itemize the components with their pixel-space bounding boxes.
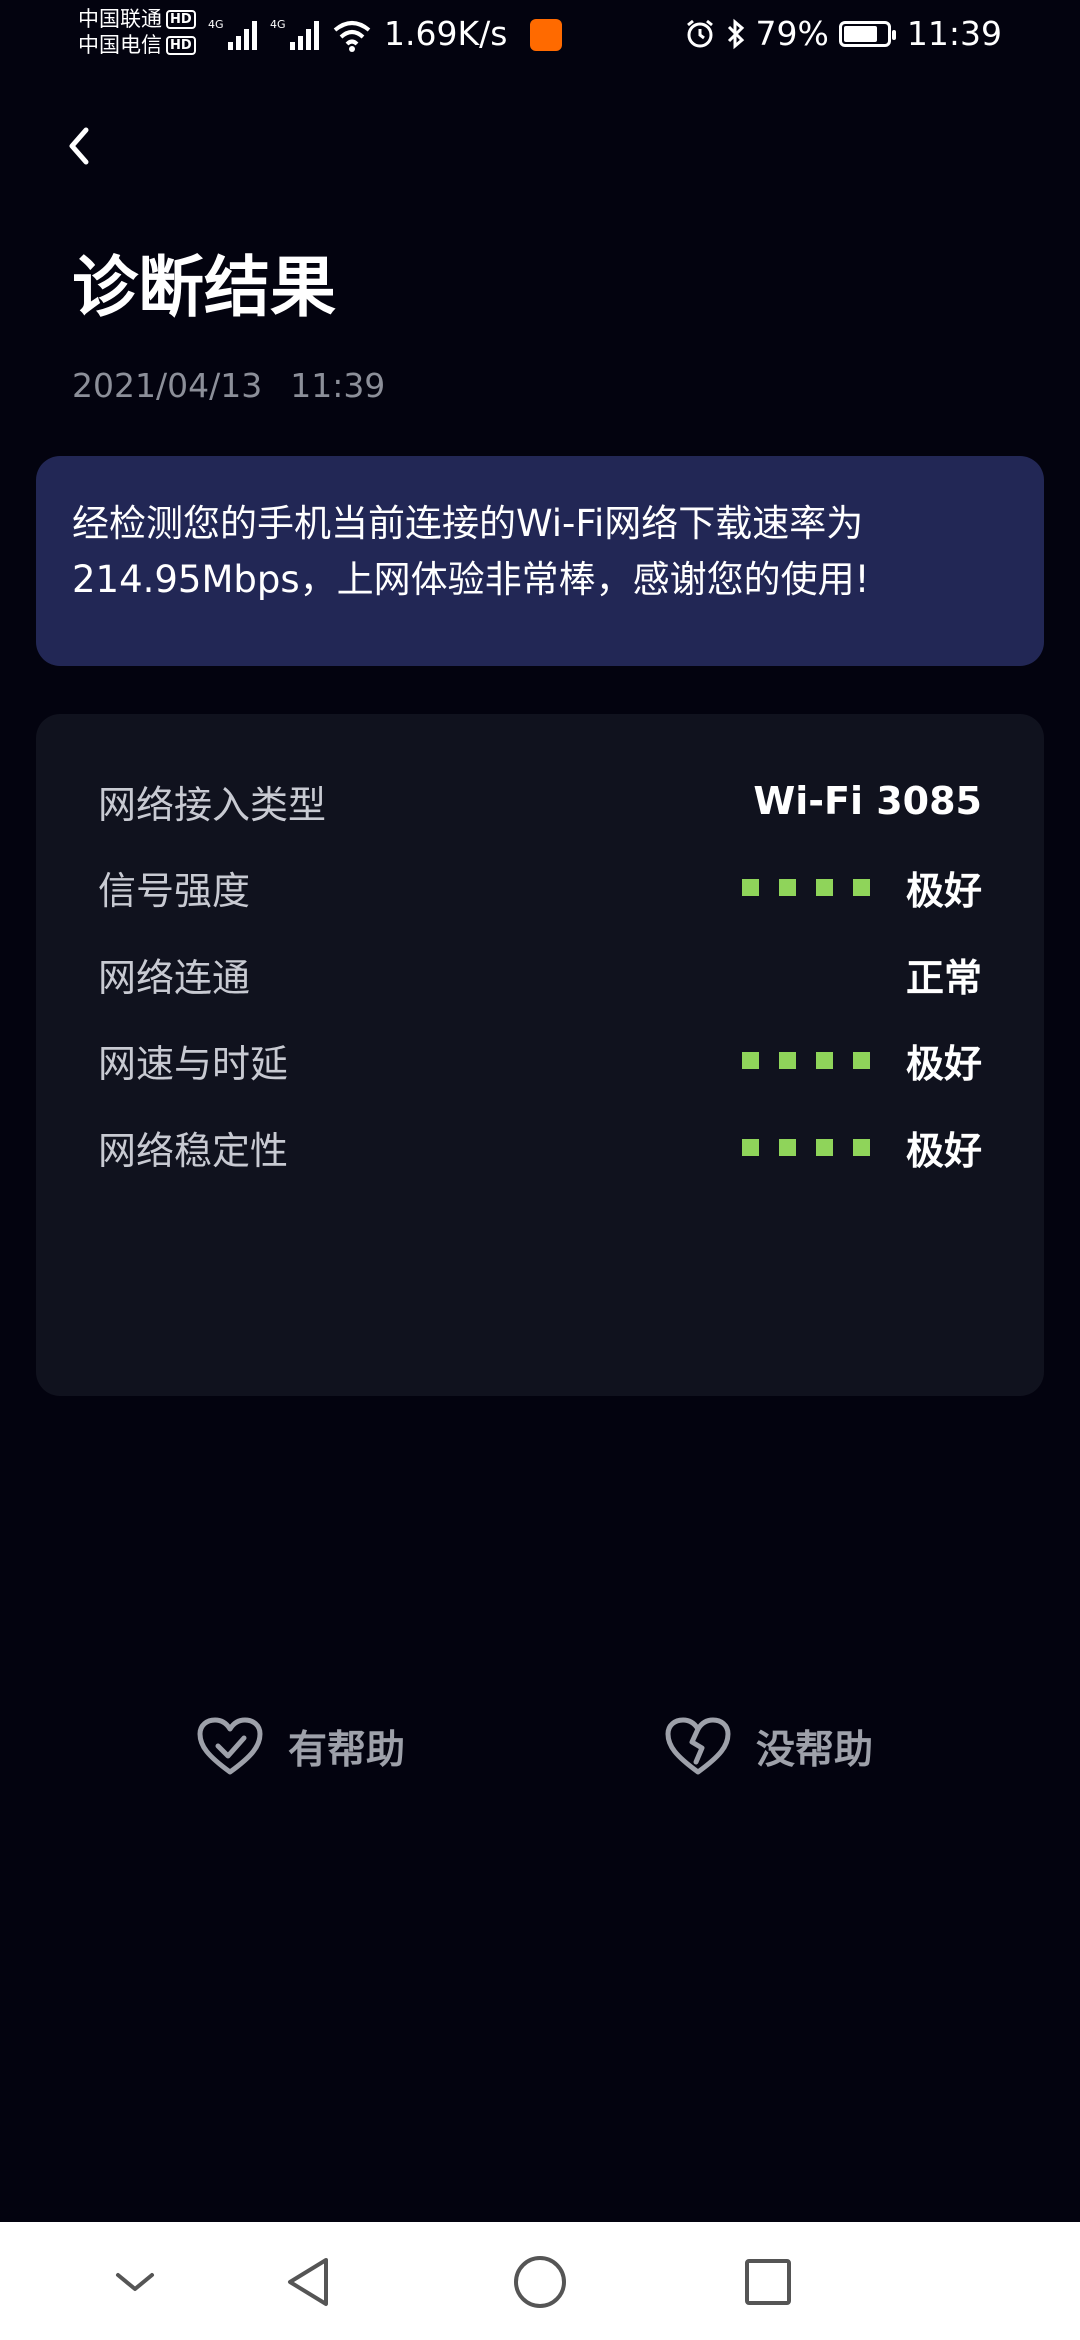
signal-level-indicator bbox=[741, 1052, 870, 1069]
detail-row: 信号强度 极好 bbox=[98, 858, 982, 918]
battery-icon bbox=[838, 21, 896, 47]
detail-row-label: 网络连通 bbox=[98, 955, 251, 1000]
status-right: 79% 11:39 bbox=[684, 14, 1002, 54]
signal-level-indicator bbox=[741, 879, 870, 896]
details-card: 网络接入类型 Wi-Fi 3085 信号强度 极好 网络连通 正常 网速与时延 极好 网络稳定性… bbox=[36, 714, 1044, 1396]
signal-level-dot bbox=[741, 1052, 759, 1069]
detail-row-value: 极好 bbox=[905, 869, 982, 913]
chevron-left-icon bbox=[69, 127, 89, 165]
back-button[interactable] bbox=[52, 116, 104, 176]
detail-row-value: 正常 bbox=[905, 955, 982, 1000]
app-notification-icon bbox=[530, 19, 562, 51]
cellular-signal-icon: 4G bbox=[208, 18, 257, 50]
detail-row: 网络连通 正常 bbox=[98, 944, 982, 1004]
summary-text: 经检测您的手机当前连接的Wi-Fi网络下载速率为214.95Mbps，上网体验非… bbox=[72, 502, 870, 601]
signal-level-dot bbox=[778, 1052, 796, 1069]
battery-percent: 79% bbox=[755, 14, 829, 53]
detail-row-label: 网速与时延 bbox=[98, 1042, 289, 1086]
helpful-label: 有帮助 bbox=[288, 1728, 406, 1773]
detail-row-value: 极好 bbox=[905, 1128, 982, 1173]
not-helpful-label: 没帮助 bbox=[756, 1728, 874, 1773]
detail-row-right: 极好 bbox=[741, 860, 982, 915]
not-helpful-button[interactable]: 没帮助 bbox=[664, 1716, 873, 1778]
net-type-label: 4G bbox=[208, 18, 224, 31]
nav-hide-button[interactable] bbox=[99, 2246, 171, 2318]
signal-level-dot bbox=[778, 879, 796, 896]
detail-row: 网速与时延 极好 bbox=[98, 1031, 982, 1091]
bluetooth-icon bbox=[727, 18, 744, 50]
clock: 11:39 bbox=[906, 14, 1002, 53]
carrier-2: 中国电信 bbox=[78, 33, 162, 57]
signal-level-dot bbox=[815, 879, 833, 896]
page-title: 诊断结果 bbox=[72, 249, 336, 326]
helpful-button[interactable]: 有帮助 bbox=[196, 1716, 405, 1778]
signal-level-dot bbox=[852, 879, 870, 896]
signal-level-dot bbox=[741, 879, 759, 896]
nav-home-button[interactable] bbox=[504, 2246, 576, 2318]
square-recents-icon bbox=[745, 2259, 791, 2305]
detail-row: 网络稳定性 极好 bbox=[98, 1117, 982, 1177]
heart-check-icon bbox=[197, 1717, 263, 1775]
signal-level-dot bbox=[741, 1138, 759, 1156]
detail-row-value: Wi-Fi 3085 bbox=[753, 779, 982, 823]
signal-level-indicator bbox=[741, 1138, 870, 1156]
detail-row-value: 极好 bbox=[905, 1042, 982, 1086]
signal-level-dot bbox=[815, 1138, 833, 1156]
nav-back-button[interactable] bbox=[272, 2246, 344, 2318]
detail-row-label: 网络稳定性 bbox=[98, 1128, 289, 1173]
signal-indicators: 4G 4G bbox=[208, 16, 372, 52]
summary-card: 经检测您的手机当前连接的Wi-Fi网络下载速率为214.95Mbps，上网体验非… bbox=[36, 456, 1044, 666]
detail-row-label: 信号强度 bbox=[98, 869, 251, 913]
nav-recents-button[interactable] bbox=[732, 2246, 804, 2318]
hd-badge: HD bbox=[166, 35, 196, 55]
carrier-info: 中国联通 HD 中国电信 HD bbox=[78, 6, 196, 58]
diagnosis-time: 11:39 bbox=[290, 366, 386, 405]
wifi-icon bbox=[333, 21, 371, 52]
detail-row-right: 极好 bbox=[741, 1033, 982, 1088]
triangle-back-icon bbox=[288, 2258, 328, 2306]
network-speed: 1.69K/s bbox=[384, 14, 508, 53]
hd-badge: HD bbox=[166, 9, 196, 29]
net-type-label: 4G bbox=[270, 18, 286, 31]
signal-level-dot bbox=[815, 1052, 833, 1069]
detail-row-right: 正常 bbox=[906, 947, 982, 1002]
alarm-icon bbox=[686, 19, 713, 48]
signal-level-dot bbox=[852, 1138, 870, 1156]
system-nav-bar bbox=[0, 2222, 1080, 2340]
broken-heart-icon bbox=[665, 1717, 731, 1775]
detail-row-label: 网络接入类型 bbox=[98, 782, 327, 827]
diagnosis-date: 2021/04/13 bbox=[72, 366, 263, 405]
cellular-signal-icon: 4G bbox=[270, 18, 319, 50]
signal-level-dot bbox=[852, 1052, 870, 1069]
detail-row: 网络接入类型 Wi-Fi 3085 bbox=[98, 771, 982, 831]
status-bar: 中国联通 HD 中国电信 HD 4G 4G 1.69K/s 79% 11:39 bbox=[0, 0, 1080, 72]
diagnosis-timestamp: 2021/04/13 11:39 bbox=[72, 364, 385, 408]
circle-home-icon bbox=[514, 2256, 566, 2308]
chevron-down-icon bbox=[116, 2273, 154, 2291]
detail-row-right: Wi-Fi 3085 bbox=[753, 779, 982, 823]
carrier-1: 中国联通 bbox=[78, 7, 162, 31]
signal-level-dot bbox=[778, 1138, 796, 1156]
battery-fill bbox=[843, 26, 877, 42]
detail-row-right: 极好 bbox=[741, 1120, 982, 1175]
